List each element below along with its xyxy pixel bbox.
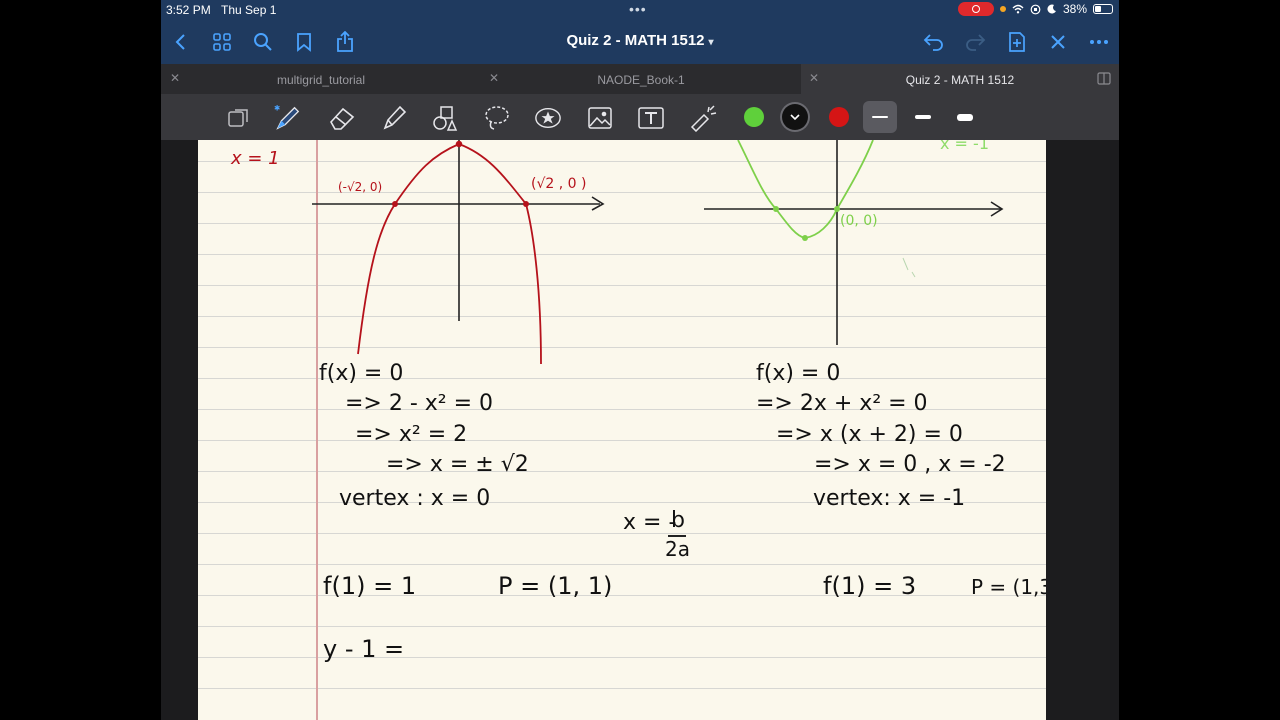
left-work-line: f(x) = 0 — [319, 361, 404, 386]
left-work-line: => 2 - x² = 0 — [345, 391, 494, 416]
right-root-dot — [834, 206, 840, 212]
top-left-label: x = 1 — [231, 148, 280, 169]
pen-thickness-medium[interactable] — [906, 101, 940, 133]
left-parabola — [357, 143, 542, 365]
note-page[interactable]: x = 1 (-√2, 0) (√2 , 0 ) x = -1 (0, 0) f… — [198, 140, 1046, 720]
multitasking-dots-icon[interactable]: ••• — [629, 1, 647, 17]
battery-icon — [1093, 4, 1113, 14]
left-work-line: vertex : x = 0 — [339, 486, 491, 511]
moon-icon — [1047, 4, 1056, 14]
tab-label: multigrid_tutorial — [276, 73, 366, 87]
tangent-line-start: y - 1 = — [323, 635, 405, 663]
lasso-select-icon[interactable] — [224, 104, 252, 132]
right-work-line: vertex: x = -1 — [813, 486, 966, 511]
right-vertex-dot — [802, 235, 808, 241]
left-root-dot — [523, 201, 529, 207]
left-work-line: => x = ± √2 — [386, 452, 529, 477]
tab-multigrid-tutorial[interactable]: ✕ multigrid_tutorial — [161, 64, 481, 94]
orientation-lock-icon — [1030, 4, 1041, 14]
right-point-line: P = (1,3) — [971, 575, 1046, 599]
shapes-icon[interactable] — [431, 104, 459, 132]
text-icon[interactable] — [637, 104, 665, 132]
status-bar: 3:52 PM Thu Sep 1 ••• 38% — [161, 0, 1119, 20]
tab-label: Quiz 2 - MATH 1512 — [905, 73, 1015, 87]
origin-label: (0, 0) — [840, 213, 878, 229]
right-graph-top-label: x = -1 — [940, 140, 989, 153]
pen-thickness-thick[interactable] — [948, 101, 982, 133]
tab-label: NAODE_Book-1 — [597, 73, 685, 87]
wifi-icon — [1012, 4, 1024, 14]
right-work-line: f(x) = 0 — [756, 361, 841, 386]
color-swatch-black-selected[interactable] — [782, 104, 808, 130]
left-vertex-dot — [455, 140, 463, 148]
document-title-text: Quiz 2 - MATH 1512 — [566, 32, 705, 49]
navigation-bar: Quiz 2 - MATH 1512 ▾ — [161, 20, 1119, 64]
eraser-icon[interactable] — [328, 104, 356, 132]
drawing-toolbar: ✱ — [161, 94, 1119, 140]
svg-text:✱: ✱ — [274, 104, 280, 113]
sticker-icon[interactable] — [534, 104, 562, 132]
left-graph — [312, 140, 605, 365]
add-page-icon[interactable] — [1005, 30, 1029, 54]
laser-pointer-icon[interactable] — [689, 104, 717, 132]
undo-icon[interactable] — [922, 30, 946, 54]
color-swatch-red[interactable] — [829, 107, 849, 127]
left-point-line: P = (1, 1) — [498, 572, 613, 600]
tab-quiz-2[interactable]: ✕ Quiz 2 - MATH 1512 — [801, 64, 1119, 94]
vertex-formula-denominator: 2a — [665, 537, 690, 561]
vertex-formula-lhs: x = - — [623, 510, 677, 535]
image-icon[interactable] — [586, 104, 614, 132]
color-swatch-green[interactable] — [744, 107, 764, 127]
status-date: Thu Sep 1 — [221, 3, 277, 17]
left-root-dot — [392, 201, 398, 207]
status-indicators: 38% — [957, 2, 1113, 16]
mic-indicator-icon — [999, 6, 1006, 12]
right-graph — [704, 140, 1004, 345]
battery-percent: 38% — [1062, 2, 1087, 16]
right-root-dot — [773, 206, 779, 212]
vertex-formula-numerator: b — [671, 508, 685, 533]
more-options-icon[interactable] — [1087, 30, 1111, 54]
pen-icon[interactable]: ✱ — [274, 104, 302, 132]
right-f1-line: f(1) = 3 — [823, 572, 917, 600]
screen-recording-icon[interactable] — [957, 2, 994, 16]
highlighter-icon[interactable] — [380, 104, 408, 132]
left-root-label: (-√2, 0) — [338, 180, 383, 194]
tab-naode-book[interactable]: ✕ NAODE_Book-1 — [481, 64, 801, 94]
right-root-label: (√2 , 0 ) — [531, 176, 587, 192]
left-work-line: => x² = 2 — [355, 422, 468, 447]
right-work-line: => 2x + x² = 0 — [756, 391, 928, 416]
right-work-line: => x (x + 2) = 0 — [776, 422, 963, 447]
status-time: 3:52 PM — [166, 3, 211, 17]
split-view-icon[interactable] — [1097, 72, 1111, 85]
stray-marks — [902, 257, 916, 278]
lasso-icon[interactable] — [483, 104, 511, 132]
ipad-screen: 3:52 PM Thu Sep 1 ••• 38% Quiz 2 - MATH … — [161, 0, 1119, 720]
document-tab-bar: ✕ multigrid_tutorial ✕ NAODE_Book-1 ✕ Qu… — [161, 64, 1119, 94]
close-editing-icon[interactable] — [1046, 30, 1070, 54]
right-work-line: => x = 0 , x = -2 — [814, 452, 1006, 477]
pen-thickness-thin[interactable] — [863, 101, 897, 133]
left-f1-line: f(1) = 1 — [323, 572, 417, 600]
chevron-down-icon: ▾ — [708, 37, 714, 48]
redo-icon[interactable] — [963, 30, 987, 54]
